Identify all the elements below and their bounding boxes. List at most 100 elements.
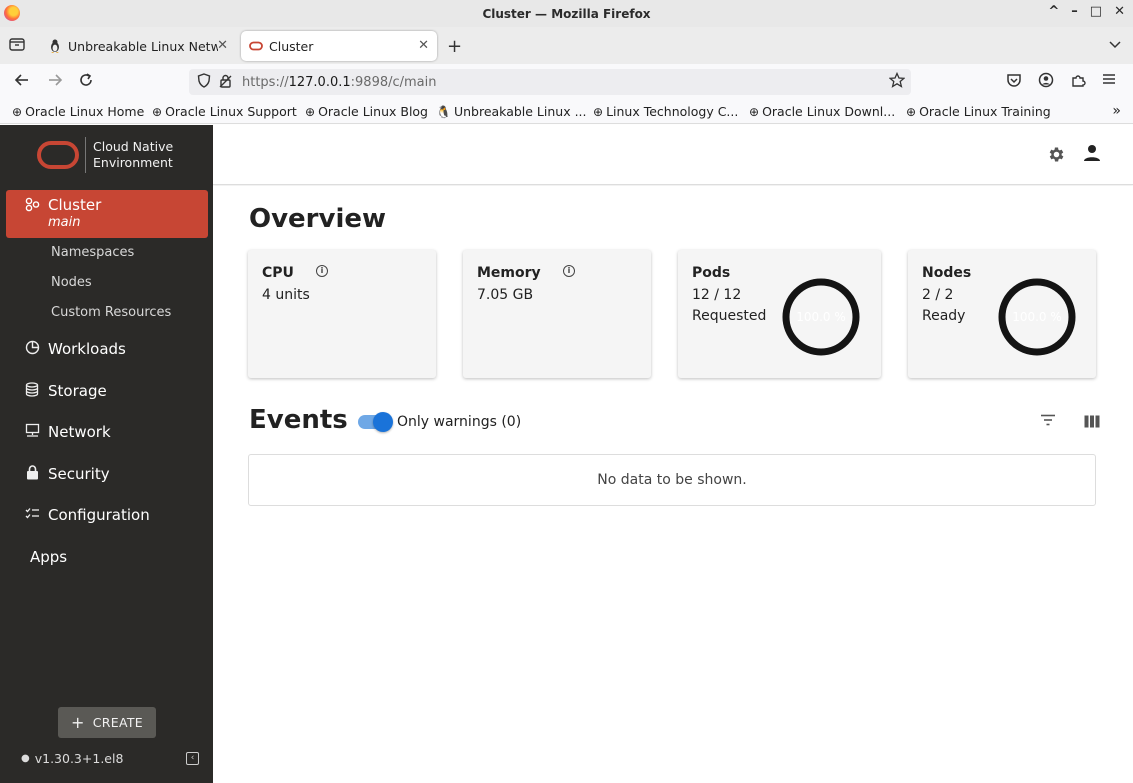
pods-donut-chart: 100.0 %: [782, 278, 860, 356]
pods-count: 12 / 12: [692, 287, 742, 303]
tab-unbreakable-linux[interactable]: Unbreakable Linux Netw ✕: [40, 31, 236, 61]
tab-bar: Unbreakable Linux Netw ✕ Cluster ✕ +: [0, 27, 1133, 64]
card-title: Nodes: [922, 265, 972, 281]
extensions-icon[interactable]: [1070, 72, 1086, 92]
pie-chart-icon: [24, 340, 40, 359]
pocket-icon[interactable]: [1006, 72, 1022, 92]
info-icon[interactable]: i: [563, 265, 575, 277]
main-content: Overview CPU i 4 units Memory i 7.05 GB …: [213, 186, 1133, 783]
sidebar-item-apps[interactable]: Apps: [6, 536, 208, 578]
close-tab-icon[interactable]: ✕: [418, 38, 429, 53]
window-maximize-up-button[interactable]: ^: [1048, 4, 1059, 19]
create-button[interactable]: + CREATE: [58, 707, 156, 738]
collapse-sidebar-icon[interactable]: ‹: [186, 752, 199, 765]
navigation-bar: https://127.0.0.1:9898/c/main: [0, 64, 1133, 100]
oracle-oval-icon: [249, 39, 263, 53]
only-warnings-label: Only warnings (0): [397, 414, 522, 430]
memory-card: Memory i 7.05 GB: [463, 250, 651, 378]
bookmark-unbreakable-linux[interactable]: 🐧 Unbreakable Linux ...: [436, 104, 587, 119]
globe-icon: ⊕: [906, 104, 917, 119]
bookmarks-overflow-icon[interactable]: »: [1112, 103, 1121, 119]
pods-percent-label: 100.0 %: [796, 310, 846, 324]
sidebar-item-security[interactable]: Security: [6, 453, 208, 495]
penguin-icon: 🐧: [436, 104, 451, 119]
sidebar-item-label: Security: [48, 465, 110, 483]
cpu-value: 4 units: [262, 287, 310, 303]
card-title: CPU: [262, 265, 294, 281]
bookmark-linux-technology[interactable]: ⊕ Linux Technology C...: [593, 104, 738, 119]
forward-arrow-icon[interactable]: [47, 72, 63, 92]
globe-icon: ⊕: [12, 104, 23, 119]
brand-divider: [85, 137, 86, 173]
memory-value: 7.05 GB: [477, 287, 534, 303]
sidebar-item-custom-resources[interactable]: Custom Resources: [51, 305, 171, 320]
sidebar-item-storage[interactable]: Storage: [6, 370, 208, 412]
oracle-logo-icon: [37, 141, 79, 169]
sidebar-item-label: Workloads: [48, 340, 126, 358]
bookmark-oracle-linux-training[interactable]: ⊕ Oracle Linux Training: [906, 104, 1051, 119]
pods-status: Requested: [692, 308, 767, 324]
globe-icon: ⊕: [152, 104, 163, 119]
sidebar-item-cluster[interactable]: Cluster main: [6, 190, 208, 238]
url-bar[interactable]: https://127.0.0.1:9898/c/main: [189, 69, 911, 95]
close-tab-icon[interactable]: ✕: [217, 38, 228, 53]
firefox-logo-icon: [4, 5, 20, 21]
window-minimize-button[interactable]: –: [1071, 4, 1078, 19]
nodes-card: Nodes 2 / 2 Ready 100.0 %: [908, 250, 1096, 378]
bookmark-oracle-linux-support[interactable]: ⊕ Oracle Linux Support: [152, 104, 297, 119]
nodes-status: Ready: [922, 308, 966, 324]
events-title: Events: [249, 405, 348, 435]
user-account-icon[interactable]: [1083, 144, 1101, 166]
window-title: Cluster — Mozilla Firefox: [482, 6, 651, 21]
globe-icon: ⊕: [749, 104, 760, 119]
hamburger-menu-icon[interactable]: [1102, 72, 1116, 90]
tracking-shield-icon[interactable]: [197, 72, 211, 92]
bookmark-oracle-linux-home[interactable]: ⊕ Oracle Linux Home: [12, 104, 144, 119]
sidebar-item-configuration[interactable]: Configuration: [6, 494, 208, 536]
reload-icon[interactable]: [78, 72, 94, 92]
filter-icon[interactable]: [1040, 414, 1056, 430]
nodes-donut-chart: 100.0 %: [998, 278, 1076, 356]
page-title: Overview: [249, 204, 387, 234]
window-restore-button[interactable]: □: [1090, 4, 1102, 19]
version-label: ● v1.30.3+1.el8: [21, 751, 124, 766]
sidebar-item-network[interactable]: Network: [6, 411, 208, 453]
account-icon[interactable]: [1038, 72, 1054, 92]
cpu-card: CPU i 4 units: [248, 250, 436, 378]
empty-message: No data to be shown.: [597, 472, 747, 488]
view-columns-icon[interactable]: [1084, 415, 1100, 432]
kubernetes-icon: ●: [21, 753, 30, 764]
insecure-lock-icon[interactable]: [219, 74, 232, 91]
sidebar-item-nodes[interactable]: Nodes: [51, 275, 92, 290]
info-icon[interactable]: i: [316, 265, 328, 277]
bookmark-oracle-linux-downloads[interactable]: ⊕ Oracle Linux Downl...: [749, 104, 895, 119]
app-header: [213, 125, 1133, 185]
tab-cluster[interactable]: Cluster ✕: [241, 31, 437, 61]
sidebar-item-label: Configuration: [48, 506, 150, 524]
nodes-percent-label: 100.0 %: [1012, 310, 1062, 324]
lock-icon: [24, 464, 40, 484]
card-title: Memory: [477, 265, 541, 281]
window-close-button[interactable]: ✕: [1114, 4, 1125, 19]
plus-icon: +: [71, 713, 85, 732]
new-tab-button[interactable]: +: [447, 36, 462, 57]
bookmark-star-icon[interactable]: [888, 71, 906, 92]
bookmarks-toolbar: ⊕ Oracle Linux Home ⊕ Oracle Linux Support…: [0, 100, 1133, 124]
bookmark-oracle-linux-blog[interactable]: ⊕ Oracle Linux Blog: [305, 104, 428, 119]
sidebar-item-workloads[interactable]: Workloads: [6, 328, 208, 370]
only-warnings-toggle[interactable]: [358, 412, 393, 432]
gear-icon[interactable]: [1047, 145, 1066, 169]
sidebar-item-namespaces[interactable]: Namespaces: [51, 245, 134, 260]
tab-list-icon[interactable]: [9, 37, 27, 53]
chevron-down-icon[interactable]: [1109, 38, 1121, 52]
brand-text: Cloud Native Environment: [93, 139, 174, 170]
sidebar-item-label: Storage: [48, 382, 107, 400]
url-text: https://127.0.0.1:9898/c/main: [242, 74, 437, 90]
pods-card: Pods 12 / 12 Requested 100.0 %: [678, 250, 881, 378]
brand-logo[interactable]: Cloud Native Environment: [0, 125, 213, 183]
sidebar-item-label: Cluster: [48, 196, 102, 214]
back-arrow-icon[interactable]: [14, 72, 30, 92]
toggle-knob: [373, 412, 393, 432]
events-table: No data to be shown.: [248, 454, 1096, 506]
window-titlebar: Cluster — Mozilla Firefox ^ – □ ✕: [0, 0, 1133, 27]
